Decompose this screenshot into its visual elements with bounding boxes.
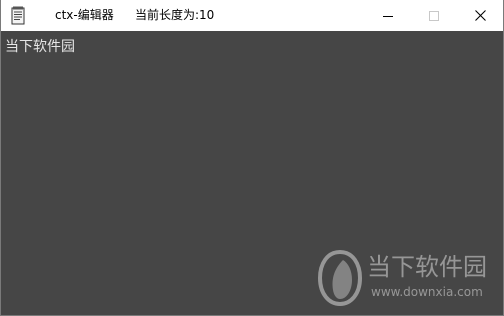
window-title: ctx-编辑器 [55,8,114,22]
maximize-icon [429,6,439,25]
length-status: 当前长度为:10 [135,8,215,22]
close-button[interactable] [457,0,503,31]
editor-content[interactable]: 当下软件园 [5,38,75,56]
app-window: ctx-编辑器 当前长度为:10 当下软件园 当下软件园 www.downxia… [0,0,504,316]
notepad-icon[interactable] [11,6,25,25]
watermark-url: www.downxia.com [371,285,483,299]
editor-textarea[interactable]: 当下软件园 当下软件园 www.downxia.com [1,31,503,315]
title-bar[interactable]: ctx-编辑器 当前长度为:10 [1,0,503,31]
watermark: 当下软件园 www.downxia.com [317,248,497,308]
watermark-brand: 当下软件园 [367,253,487,281]
maximize-button[interactable] [411,0,457,31]
downxia-logo-icon [317,248,363,307]
minimize-icon [383,6,393,25]
close-icon [474,6,486,25]
minimize-button[interactable] [365,0,411,31]
